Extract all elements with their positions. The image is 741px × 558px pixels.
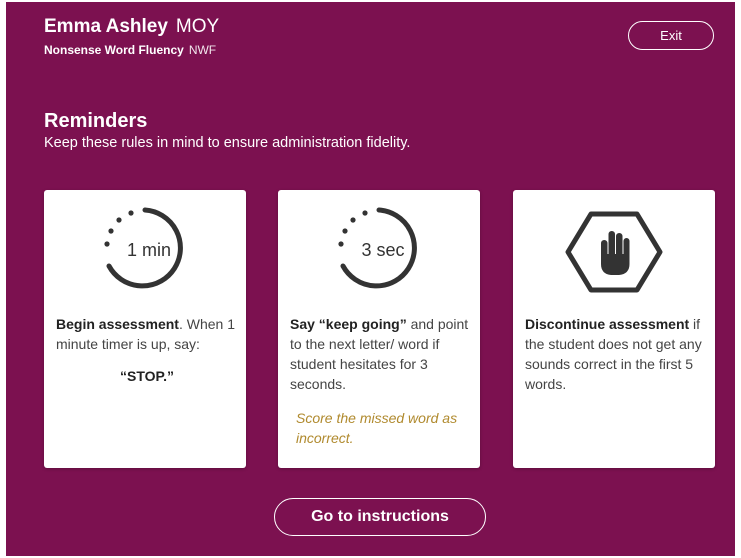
timer-icon: 3 sec [278,204,480,300]
reminder-bold: Begin assessment [56,316,179,332]
student-name: Emma Ashley [44,16,168,37]
page-title: Reminders [44,110,148,132]
measure-header: Nonsense Word Fluency NWF [44,43,216,57]
reminders-screen: Emma Ashley MOY Nonsense Word Fluency NWF … [6,2,735,556]
exit-button[interactable]: Exit [628,21,714,50]
reminder-text: Say “keep going” and point to the next l… [290,314,472,448]
timer-label: 3 sec [361,240,404,260]
reminder-text: Begin assessment. When 1 minute timer is… [56,314,238,386]
go-to-instructions-button[interactable]: Go to instructions [274,498,486,536]
stop-hand-icon [513,204,715,300]
timer-icon: 1 min [44,204,246,300]
reminder-card-discontinue: Discontinue assessment if the student do… [513,190,715,468]
timer-label: 1 min [127,240,171,260]
reminder-card-keep-going: 3 sec Say “keep going” and point to the … [278,190,480,468]
scoring-note: Score the missed word as incorrect. [296,410,458,446]
reminder-bold: Discontinue assessment [525,316,690,332]
benchmark-period: MOY [175,16,220,37]
reminder-bold: Say “keep going” [290,316,407,332]
student-header: Emma Ashley MOY [44,16,219,38]
measure-name: Nonsense Word Fluency [44,43,184,57]
page-subtitle: Keep these rules in mind to ensure admin… [44,135,411,151]
reminder-card-begin: 1 min Begin assessment. When 1 minute ti… [44,190,246,468]
reminder-text: Discontinue assessment if the student do… [525,314,707,394]
measure-code: NWF [188,43,217,57]
stop-quote: “STOP.” [120,368,174,384]
